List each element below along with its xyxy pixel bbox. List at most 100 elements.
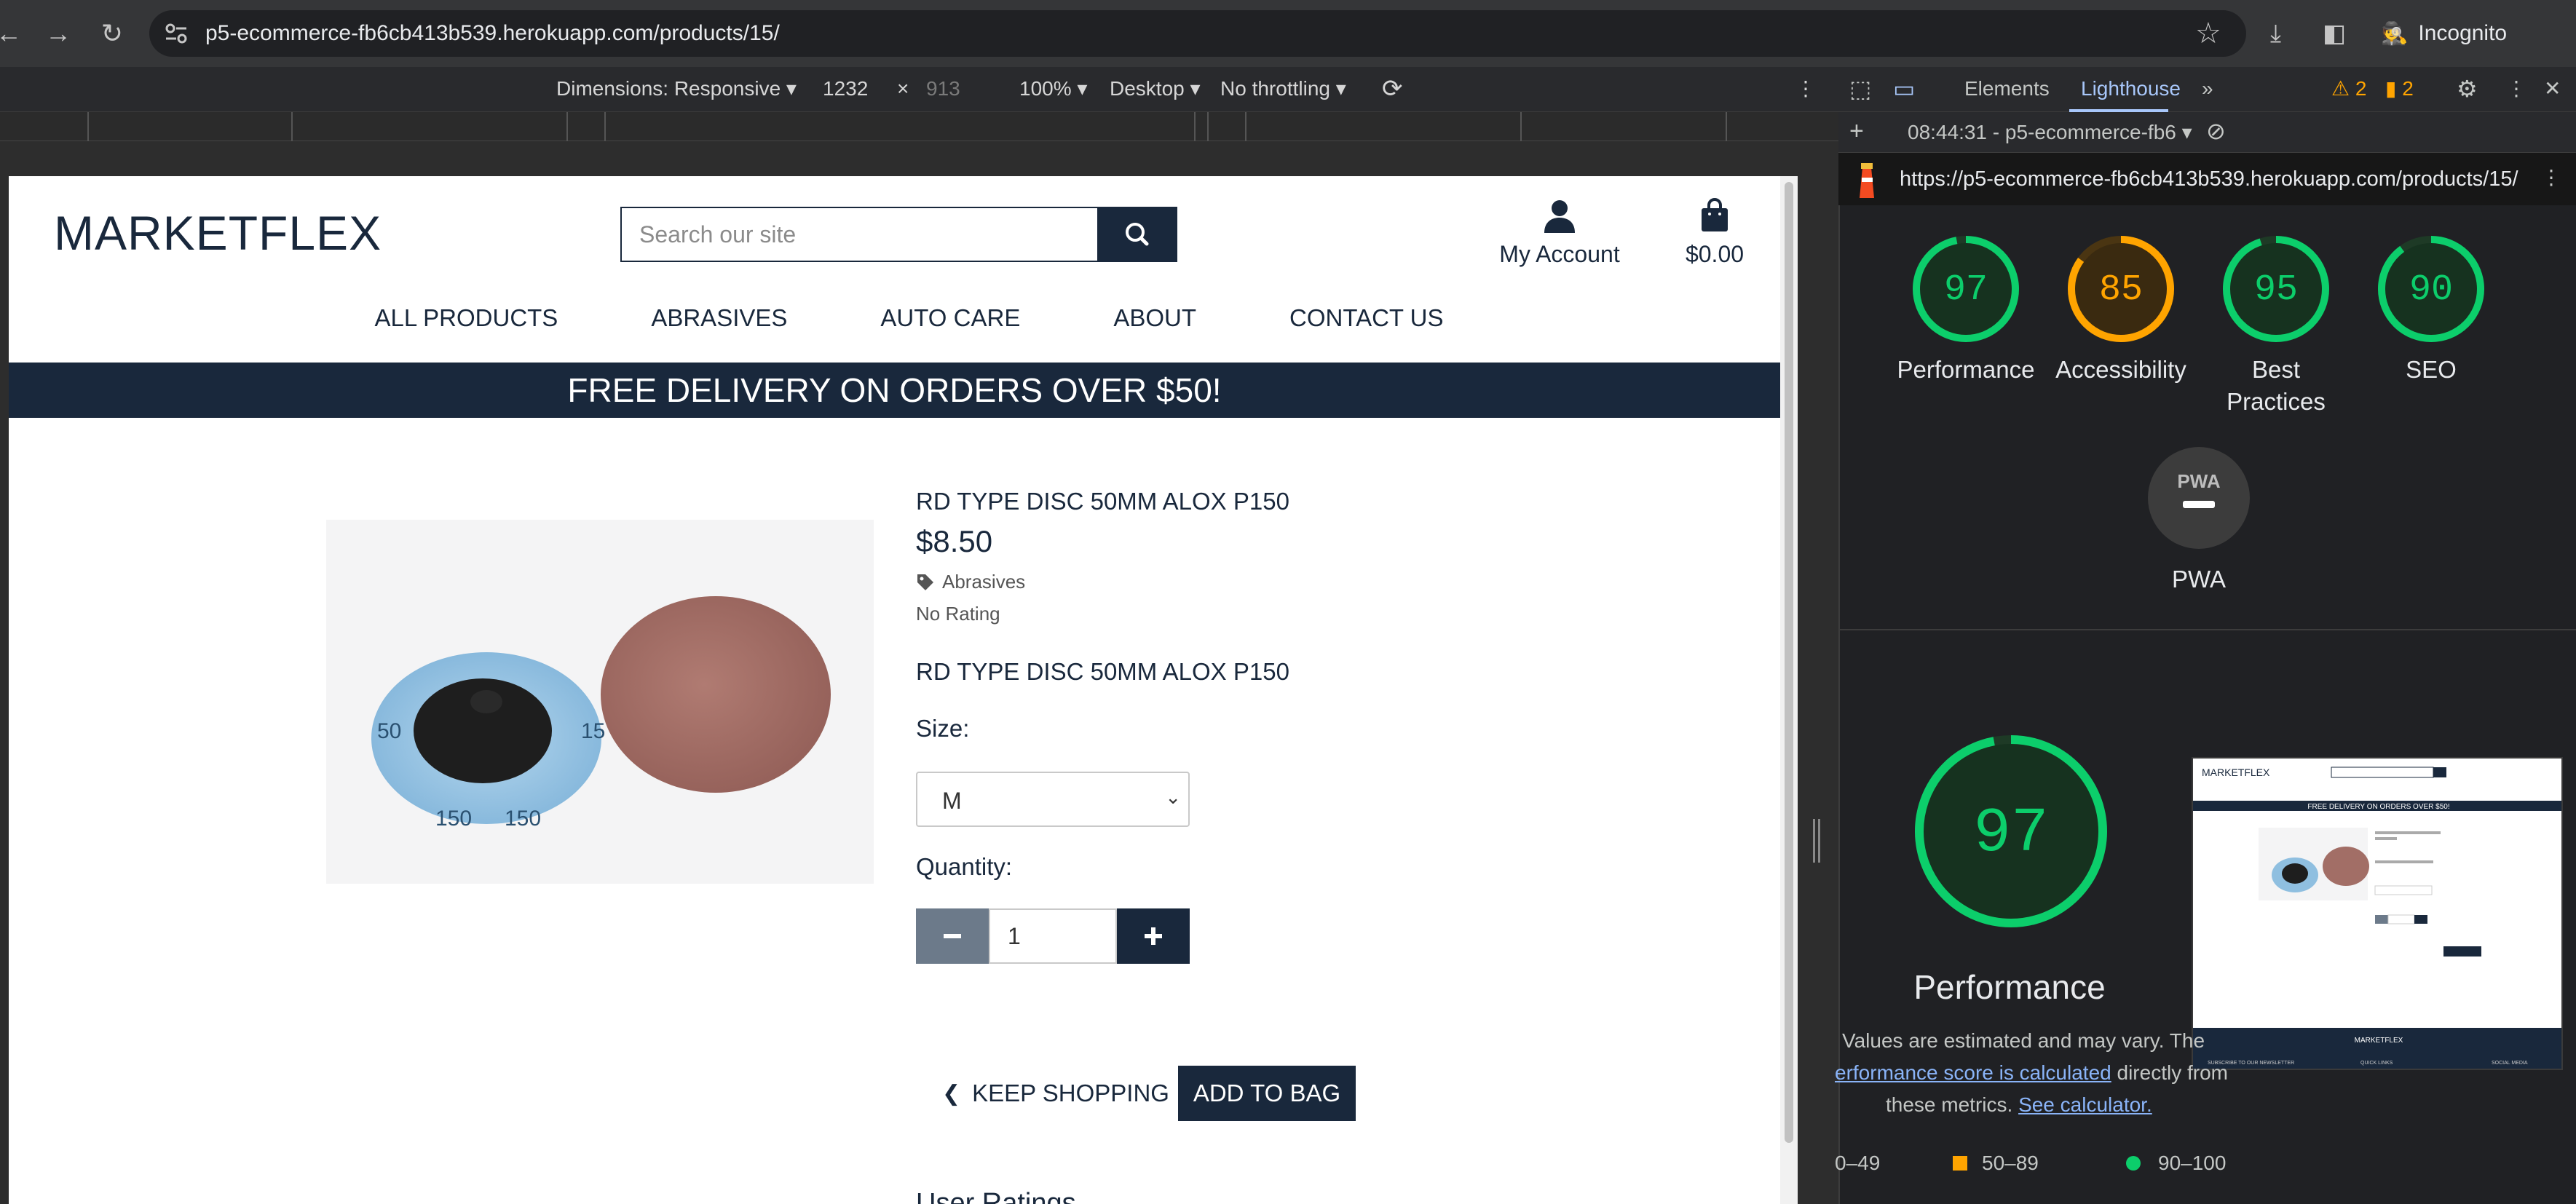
gauge-value: 90 (2409, 269, 2453, 311)
perf-note-line2: erformance score is calculated directly … (1835, 1057, 2228, 1089)
report-url[interactable]: https://p5-ecommerce-fb6cb413b539.heroku… (1900, 165, 2518, 194)
rotate-icon[interactable]: ⟳ (1382, 76, 1403, 102)
my-account-label: My Account (1499, 241, 1620, 267)
nav-all-products[interactable]: ALL PRODUCTS (374, 304, 558, 342)
disc-label-1: 150 (435, 807, 472, 831)
zoom-dropdown[interactable]: 100% ▾ (1019, 76, 1087, 102)
tab-lighthouse[interactable]: Lighthouse (2081, 76, 2181, 102)
gauge-label-seo: SEO (2406, 356, 2457, 383)
decrement-button[interactable] (916, 908, 989, 964)
issues-badge[interactable]: ▮ 2 (2385, 76, 2414, 102)
score-calculated-link[interactable]: erformance score is calculated (1835, 1061, 2111, 1084)
page-scroll-thumb[interactable] (1785, 182, 1793, 1143)
size-label: Size: (916, 715, 970, 742)
report-menu-icon[interactable]: ⋮ (2541, 165, 2561, 191)
thumb-footer-col-3: SOCIAL MEDIA (2492, 1061, 2528, 1066)
download-icon[interactable]: ⤓ (2270, 17, 2281, 49)
close-icon[interactable]: ✕ (2544, 76, 2561, 102)
throttling-dropdown[interactable]: No throttling ▾ (1220, 76, 1346, 102)
new-report-icon[interactable]: + (1849, 118, 1864, 144)
bookmark-star-icon[interactable]: ☆ (2195, 16, 2221, 51)
clear-reports-icon[interactable]: ⊘ (2206, 118, 2226, 144)
user-ratings-heading: User Ratings (916, 1188, 1076, 1204)
disc-screw (470, 690, 502, 713)
inspect-element-icon[interactable]: ⬚ (1849, 76, 1871, 102)
legend-orange: 50–89 (1953, 1147, 2039, 1179)
side-panel-icon[interactable]: ◧ (2323, 17, 2346, 49)
keep-shopping-button[interactable]: ❮ KEEP SHOPPING (942, 1066, 1169, 1121)
big-gauge-value: 97 (1973, 798, 2048, 869)
ruler-tick[interactable] (87, 112, 89, 141)
my-account-link[interactable]: My Account (1487, 198, 1632, 268)
disc-label-3: 50 (377, 719, 401, 743)
report-select[interactable]: 08:44:31 - p5-ecommerce-fb6 ▾ (1908, 119, 2192, 146)
ruler-tick[interactable] (1726, 112, 1727, 141)
nav-contact-us[interactable]: CONTACT US (1289, 304, 1443, 342)
ruler-tick[interactable] (291, 112, 293, 141)
gauge-best-practices[interactable]: 95 (2221, 234, 2331, 344)
search-button[interactable] (1097, 207, 1177, 262)
warnings-badge[interactable]: ⚠ 2 (2331, 76, 2366, 102)
device-more-icon[interactable]: ⋮ (1795, 76, 1816, 102)
dimensions-dropdown[interactable]: Dimensions: Responsive ▾ (556, 76, 797, 102)
gauge-value: 95 (2254, 269, 2298, 311)
ruler-tick[interactable] (1207, 112, 1209, 141)
swap-dimensions-icon[interactable]: × (897, 76, 909, 102)
nav-about[interactable]: ABOUT (1113, 304, 1196, 342)
pwa-badge-text: PWA (2177, 470, 2220, 492)
device-toolbar (0, 67, 1838, 112)
ruler-tick[interactable] (1520, 112, 1522, 141)
device-type-dropdown[interactable]: Desktop ▾ (1110, 76, 1201, 102)
increment-button[interactable] (1117, 908, 1190, 964)
ruler-tick[interactable] (604, 112, 606, 141)
site-info-icon[interactable] (162, 19, 191, 48)
site-logo[interactable]: MARKETFLEX (54, 205, 382, 261)
media-query-ruler (0, 112, 1838, 141)
incognito-indicator[interactable]: 🕵 Incognito (2381, 17, 2507, 49)
add-to-bag-button[interactable]: ADD TO BAG (1178, 1066, 1356, 1121)
height-input[interactable]: 913 (926, 76, 960, 102)
product-title: RD TYPE DISC 50MM ALOX P150 (916, 488, 1289, 515)
size-select[interactable]: M ⌄ (916, 772, 1190, 827)
warnings-count: 2 (2355, 77, 2367, 100)
page-screenshot-thumbnail[interactable]: MARKETFLEX FREE DELIVERY ON ORDERS OVER … (2192, 757, 2563, 1070)
tab-elements[interactable]: Elements (1964, 76, 2050, 102)
ruler-tick[interactable] (1245, 112, 1246, 141)
device-toggle-icon[interactable]: ▭ (1893, 76, 1915, 102)
gauge-accessibility[interactable]: 85 (2066, 234, 2176, 344)
nav-abrasives[interactable]: ABRASIVES (651, 304, 787, 342)
product-description: RD TYPE DISC 50MM ALOX P150 (916, 658, 1289, 685)
address-url[interactable]: p5-ecommerce-fb6cb413b539.herokuapp.com/… (205, 19, 780, 48)
product-image[interactable]: 150 150 50 15 (326, 520, 874, 884)
resize-handle[interactable] (1813, 819, 1820, 863)
incognito-label: Incognito (2418, 21, 2508, 45)
pwa-badge[interactable]: PWA (2146, 445, 2251, 550)
more-tabs-icon[interactable]: » (2202, 76, 2213, 102)
see-calculator-link[interactable]: See calculator. (2018, 1093, 2152, 1116)
ruler-tick[interactable] (566, 112, 568, 141)
reload-icon[interactable]: ↻ (95, 16, 130, 51)
back-arrow-icon[interactable]: ← (0, 16, 26, 51)
gauge-performance[interactable]: 97 (1911, 234, 2020, 344)
ruler-tick[interactable] (1194, 112, 1196, 141)
settings-icon[interactable]: ⚙ (2457, 76, 2478, 102)
forward-arrow-icon[interactable]: → (41, 16, 76, 51)
gauge-label-accessibility: Accessibility (2055, 356, 2186, 383)
search-input[interactable] (622, 208, 1094, 261)
nav-auto-care[interactable]: AUTO CARE (880, 304, 1020, 342)
shopping-bag-link[interactable]: $0.00 (1667, 198, 1762, 268)
section-divider (1838, 629, 2576, 630)
width-input[interactable]: 1232 (823, 76, 868, 102)
quantity-input[interactable]: 1 (989, 908, 1117, 964)
thumb-banner: FREE DELIVERY ON ORDERS OVER $50! (2307, 803, 2449, 811)
legend-green-label: 90–100 (2158, 1152, 2227, 1174)
thumbnail-render: MARKETFLEX FREE DELIVERY ON ORDERS OVER … (2193, 767, 2561, 1069)
report-select-label: 08:44:31 - p5-ecommerce-fb6 (1908, 121, 2176, 143)
gauge-seo[interactable]: 90 (2377, 234, 2486, 344)
thumb-footer-col-2: QUICK LINKS (2360, 1061, 2393, 1066)
web-page: MARKETFLEX My Account $0.00 (9, 176, 1780, 1204)
product-category-link[interactable]: Abrasives (916, 571, 1025, 593)
minus-icon (944, 934, 961, 938)
devtools-menu-icon[interactable]: ⋮ (2506, 76, 2526, 102)
bag-total: $0.00 (1685, 241, 1745, 267)
